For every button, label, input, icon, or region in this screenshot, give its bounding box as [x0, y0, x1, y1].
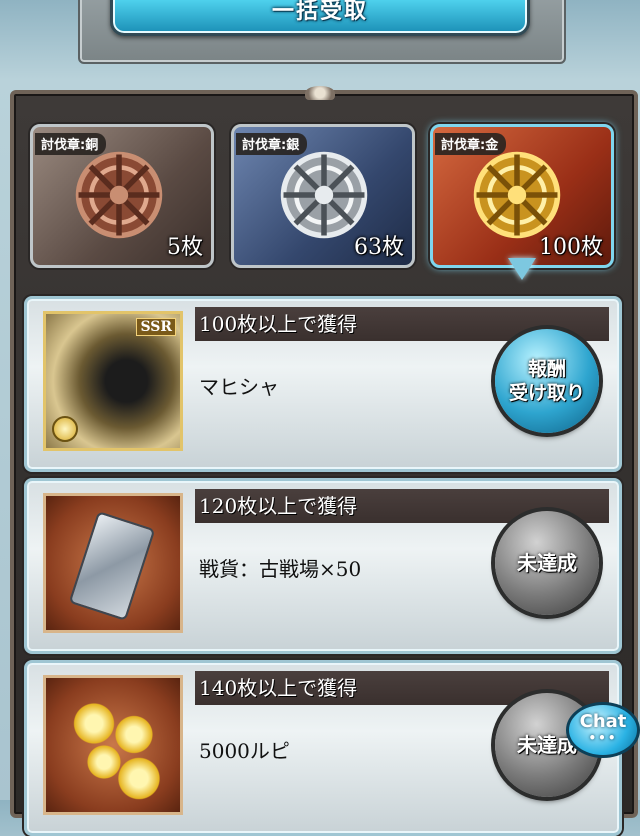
chat-button[interactable]: Chat •••	[566, 702, 640, 758]
reward-row-100: SSR 100枚以上で獲得 マヒシャ 報酬 受け取り	[24, 296, 622, 472]
not-achieved-label: 未達成	[517, 551, 577, 575]
reward-row-120: 120枚以上で獲得 戦貨：古戦場×50 未達成	[24, 478, 622, 654]
chat-dots-icon: •••	[588, 731, 618, 745]
ssr-badge: SSR	[136, 318, 176, 336]
reward-item-name: マヒシャ	[199, 375, 279, 399]
not-achieved-button[interactable]: 未達成	[495, 511, 599, 615]
claim-reward-label: 報酬 受け取り	[508, 358, 585, 404]
rupie-coins-icon	[43, 675, 183, 815]
element-light-icon	[52, 416, 78, 442]
silver-ship-wheel-icon	[278, 149, 370, 241]
chat-label: Chat	[579, 711, 627, 732]
medal-label: 討伐章:銀	[236, 133, 308, 155]
medal-tab-gold[interactable]: 討伐章:金 100枚	[430, 124, 614, 268]
medal-label: 討伐章:銅	[35, 133, 107, 155]
bulk-claim-button[interactable]: 一括受取	[110, 0, 530, 36]
medal-count: 5枚	[167, 235, 203, 260]
reward-item-name: 戦貨：古戦場×50	[199, 557, 362, 581]
selected-medal-indicator-icon	[508, 258, 536, 280]
medal-tab-silver[interactable]: 討伐章:銀 63枚	[231, 124, 415, 268]
reward-item-name: 5000ルピ	[199, 739, 290, 763]
weapon-icon: SSR	[43, 311, 183, 451]
war-currency-icon	[43, 493, 183, 633]
claim-reward-button[interactable]: 報酬 受け取り	[495, 329, 599, 433]
medal-count: 100枚	[539, 235, 603, 260]
reward-row-140: 140枚以上で獲得 5000ルピ 未達成	[24, 660, 622, 836]
medal-count: 63枚	[354, 235, 404, 260]
panel-crest-icon	[305, 86, 335, 100]
ornament-left	[143, 0, 173, 9]
gold-ship-wheel-icon	[471, 149, 563, 241]
silver-plate-icon	[68, 511, 156, 621]
ornament-right	[467, 0, 497, 9]
medal-tab-bronze[interactable]: 討伐章:銅 5枚	[30, 124, 214, 268]
medal-label: 討伐章:金	[435, 133, 507, 155]
bulk-claim-label: 一括受取	[271, 0, 368, 24]
coin-stack-icon	[64, 696, 164, 806]
bronze-ship-wheel-icon	[73, 149, 165, 241]
